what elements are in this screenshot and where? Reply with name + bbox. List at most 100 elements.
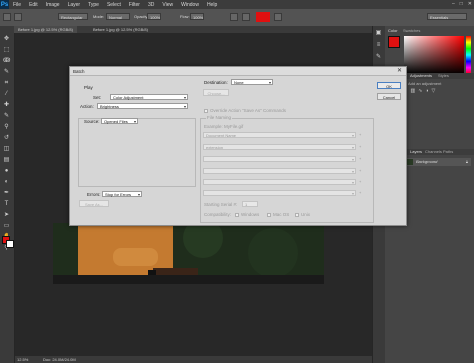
choose-button[interactable]: Choose... bbox=[203, 89, 229, 96]
tool-preset-icon[interactable] bbox=[3, 13, 11, 21]
exposure-icon[interactable]: ◑ bbox=[425, 88, 428, 100]
history-brush-tool-icon[interactable]: ↺ bbox=[3, 135, 10, 141]
mac-checkbox[interactable] bbox=[267, 213, 271, 217]
errors-select[interactable]: Stop for Errors bbox=[102, 191, 142, 198]
tab-swatches[interactable]: Swatches bbox=[403, 28, 420, 33]
layer-row[interactable]: Background 🔒︎ bbox=[403, 158, 471, 166]
tab-color[interactable]: Color bbox=[388, 28, 398, 33]
minimize-button[interactable]: – bbox=[452, 1, 455, 7]
tab-styles[interactable]: Styles bbox=[438, 73, 449, 78]
serial-input[interactable]: 1 bbox=[242, 201, 258, 207]
menu-view[interactable]: View bbox=[158, 2, 177, 8]
color-foreground-chip[interactable] bbox=[388, 36, 400, 48]
tab-paths[interactable]: Paths bbox=[443, 149, 453, 154]
menu-select[interactable]: Select bbox=[103, 2, 125, 8]
plus-icon[interactable]: + bbox=[359, 156, 361, 161]
background-color-swatch[interactable] bbox=[6, 240, 14, 248]
opacity-field[interactable]: 100% bbox=[147, 13, 161, 20]
save-as-button[interactable]: Save As... bbox=[79, 200, 109, 207]
source-select[interactable]: Opened Files bbox=[101, 118, 138, 125]
menu-edit[interactable]: Edit bbox=[25, 2, 42, 8]
pen-tool-icon[interactable]: ✒ bbox=[3, 190, 10, 196]
close-icon[interactable]: ✕ bbox=[397, 67, 402, 76]
curves-icon[interactable]: ∿ bbox=[418, 88, 422, 100]
workspace-select[interactable]: Essentials bbox=[427, 13, 467, 20]
history-panel-icon[interactable]: ▣ bbox=[375, 30, 382, 36]
windows-checkbox[interactable] bbox=[235, 213, 239, 217]
windows-label: Windows bbox=[241, 212, 260, 217]
menu-layer[interactable]: Layer bbox=[64, 2, 85, 8]
crop-tool-icon[interactable]: ⌗ bbox=[3, 80, 10, 86]
naming-row-3[interactable] bbox=[203, 156, 356, 163]
plus-icon[interactable]: + bbox=[359, 132, 361, 137]
sample-icon[interactable] bbox=[242, 13, 250, 21]
menu-type[interactable]: Type bbox=[84, 2, 103, 8]
eyedropper-tool-icon[interactable]: ⁄ bbox=[3, 91, 10, 97]
shape-tool-icon[interactable]: ▭ bbox=[3, 223, 10, 229]
eraser-tool-icon[interactable]: ◫ bbox=[3, 146, 10, 152]
tool-preset-select[interactable]: Rectangular bbox=[58, 13, 88, 20]
foreground-swatch[interactable] bbox=[256, 12, 270, 22]
clone-stamp-tool-icon[interactable]: ⚲ bbox=[3, 124, 10, 130]
doc-tab-2[interactable]: Before 1.jpg @ 12.5% (RGB/8) bbox=[89, 26, 152, 33]
ok-button[interactable]: OK bbox=[377, 82, 401, 89]
batch-dialog: Batch ✕ Play Set: Color Adjustment Actio… bbox=[69, 66, 407, 226]
tab-channels[interactable]: Channels bbox=[425, 149, 442, 154]
override-label: Override Action "Save As" Commands bbox=[210, 108, 286, 113]
tab-layers[interactable]: Layers bbox=[410, 149, 422, 154]
vibrance-icon[interactable]: ▽ bbox=[431, 88, 435, 100]
airbrush-icon[interactable] bbox=[230, 13, 238, 21]
brush-preset-icon[interactable] bbox=[14, 13, 22, 21]
hue-slider[interactable] bbox=[466, 36, 471, 74]
dodge-tool-icon[interactable]: ◐ bbox=[3, 179, 10, 185]
menu-window[interactable]: Window bbox=[177, 2, 203, 8]
plus-icon[interactable]: + bbox=[359, 190, 361, 195]
zoom-level[interactable]: 12.5% bbox=[17, 357, 28, 362]
plus-icon[interactable]: + bbox=[359, 144, 361, 149]
healing-tool-icon[interactable]: ✚ bbox=[3, 102, 10, 108]
blur-tool-icon[interactable]: ● bbox=[3, 168, 10, 174]
quick-select-tool-icon[interactable]: ✎ bbox=[3, 69, 10, 75]
properties-panel-icon[interactable]: ≡ bbox=[375, 42, 382, 48]
marquee-tool-icon[interactable]: ⬚ bbox=[3, 47, 10, 53]
brush-panel-icon[interactable]: ✎ bbox=[375, 54, 382, 60]
levels-icon[interactable]: ▥ bbox=[410, 88, 415, 100]
menu-file[interactable]: File bbox=[9, 2, 25, 8]
override-checkbox[interactable] bbox=[204, 109, 208, 113]
path-select-tool-icon[interactable]: ➤ bbox=[3, 212, 10, 218]
brush-tool-icon[interactable]: ✎ bbox=[3, 113, 10, 119]
doc-tab-1[interactable]: Before 1.jpg @ 12.5% (RGB/8) bbox=[14, 26, 77, 33]
tab-adjustments[interactable]: Adjustments bbox=[410, 73, 432, 78]
naming-row-5[interactable] bbox=[203, 179, 356, 186]
photo-content bbox=[53, 223, 324, 284]
menu-filter[interactable]: Filter bbox=[125, 2, 144, 8]
naming-row-4[interactable] bbox=[203, 168, 356, 175]
gradient-tool-icon[interactable]: ▤ bbox=[3, 157, 10, 163]
naming-row-2[interactable]: extension bbox=[203, 144, 356, 151]
maximize-button[interactable]: □ bbox=[460, 1, 463, 7]
plus-icon[interactable]: + bbox=[359, 179, 361, 184]
menu-help[interactable]: Help bbox=[203, 2, 221, 8]
destination-select[interactable]: None bbox=[231, 79, 273, 86]
flow-field[interactable]: 100% bbox=[190, 13, 204, 20]
compatibility-label: Compatibility: bbox=[204, 212, 232, 217]
play-heading: Play bbox=[84, 85, 93, 90]
color-field[interactable] bbox=[404, 36, 464, 74]
action-select[interactable]: Brightness bbox=[97, 103, 188, 110]
mode-label: Mode: bbox=[93, 14, 105, 19]
unix-checkbox[interactable] bbox=[295, 213, 299, 217]
naming-row-6[interactable] bbox=[203, 190, 356, 197]
menu-3d[interactable]: 3D bbox=[144, 2, 158, 8]
close-window-button[interactable]: ✕ bbox=[468, 1, 472, 7]
mode-select[interactable]: Normal bbox=[106, 13, 130, 20]
mac-label: Mac OS bbox=[273, 212, 290, 217]
set-select[interactable]: Color Adjustment bbox=[110, 94, 188, 101]
plus-icon[interactable]: + bbox=[359, 168, 361, 173]
cancel-button[interactable]: Cancel bbox=[377, 93, 401, 100]
pressure-icon[interactable] bbox=[274, 13, 282, 21]
type-tool-icon[interactable]: T bbox=[3, 201, 10, 207]
move-tool-icon[interactable]: ✥ bbox=[3, 36, 10, 42]
lasso-tool-icon[interactable]: ↂ bbox=[3, 58, 10, 64]
menu-image[interactable]: Image bbox=[42, 2, 64, 8]
naming-row-1[interactable]: Document Name bbox=[203, 132, 356, 139]
